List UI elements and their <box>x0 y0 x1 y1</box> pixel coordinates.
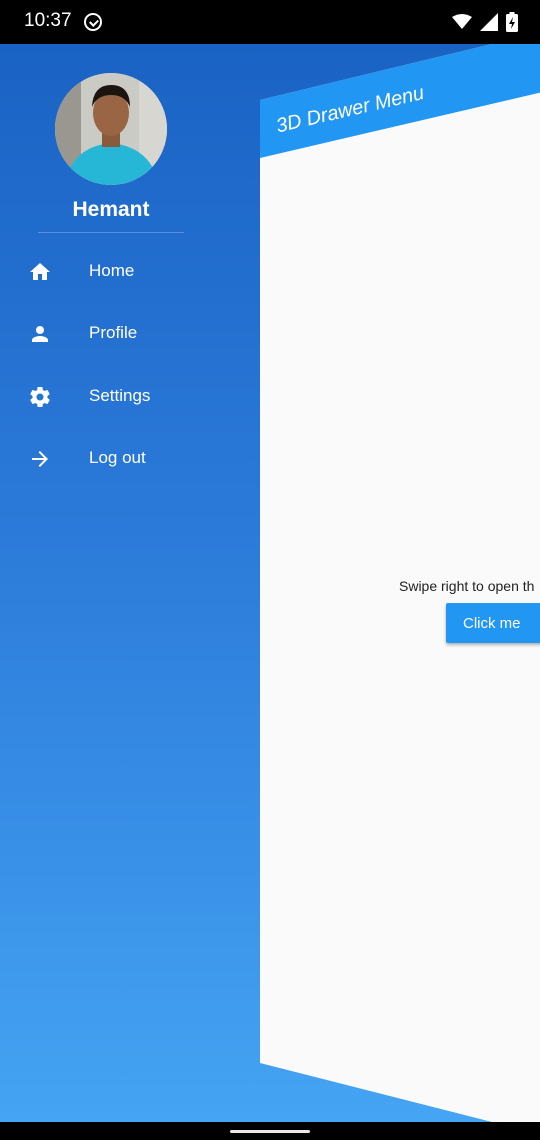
cellular-signal-icon <box>480 13 498 31</box>
avatar[interactable] <box>55 73 167 185</box>
person-icon <box>32 326 48 342</box>
helper-text: Swipe right to open th <box>399 578 535 594</box>
arrow-right-icon <box>32 451 48 467</box>
avatar-photo <box>55 73 167 185</box>
drawer-divider <box>38 232 184 233</box>
navigation-bar <box>0 1122 540 1140</box>
menu-item-log-out[interactable]: Log out <box>0 434 260 484</box>
battery-charging-icon <box>506 12 518 32</box>
menu-item-label: Settings <box>89 386 151 405</box>
home-icon <box>30 263 50 280</box>
sync-icon <box>84 13 102 31</box>
menu-item-label: Log out <box>89 448 146 467</box>
menu-item-label: Home <box>89 261 135 280</box>
menu-item-settings[interactable]: Settings <box>0 372 260 422</box>
click-me-button[interactable]: Click me <box>446 603 540 643</box>
user-name: Hemant <box>72 198 150 221</box>
drawer-menu: Hemant Home Profile Settings Log out <box>0 44 260 1122</box>
status-time: 10:37 <box>24 10 72 31</box>
menu-item-label: Profile <box>89 323 138 342</box>
home-gesture-handle[interactable] <box>230 1130 310 1133</box>
wifi-icon <box>452 14 472 29</box>
app-surface: Hemant Home Profile Settings Log out 3D … <box>0 44 540 1122</box>
gear-icon <box>30 387 50 408</box>
menu-item-profile[interactable]: Profile <box>0 309 260 359</box>
menu-item-home[interactable]: Home <box>0 247 260 297</box>
status-icons <box>452 12 518 32</box>
status-bar: 10:37 <box>0 0 540 44</box>
